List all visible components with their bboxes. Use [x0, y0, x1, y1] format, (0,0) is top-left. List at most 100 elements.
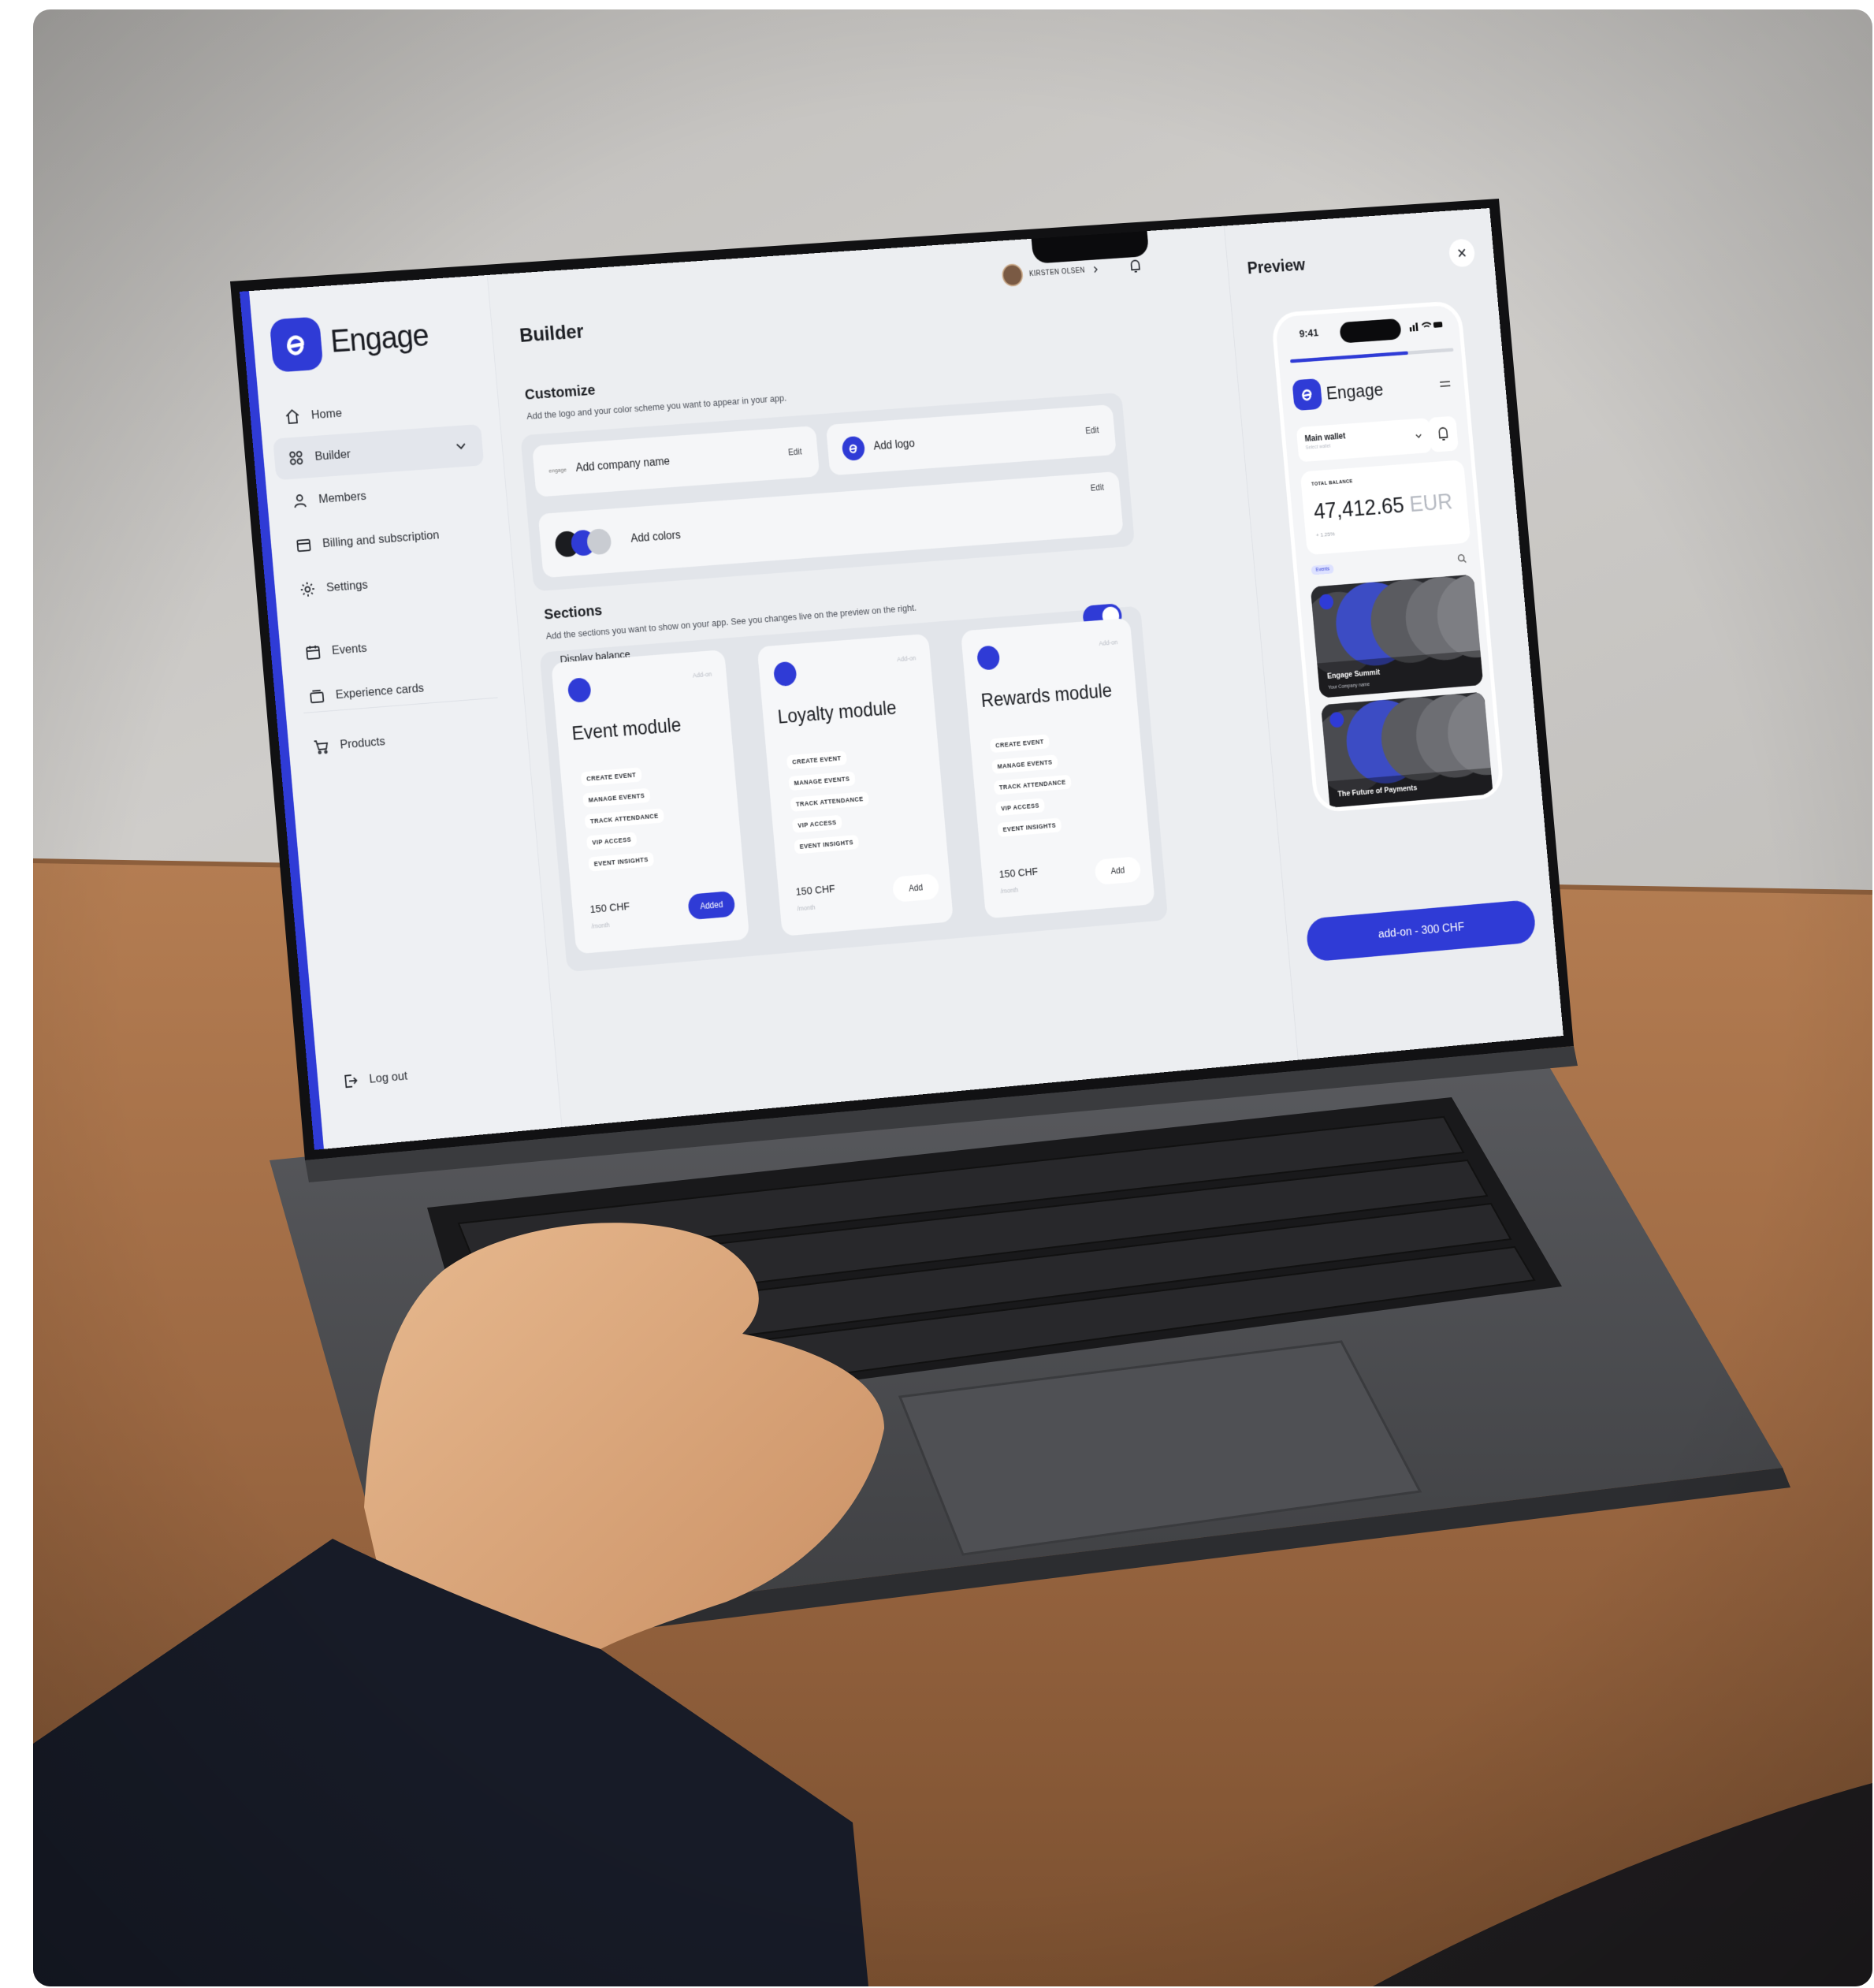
sidebar-item-label: Experience cards	[335, 680, 425, 702]
company-tag: engage	[548, 466, 567, 474]
rewards-module-card: Add-on Rewards module CREATE EVENT MANAG…	[960, 617, 1155, 919]
module-price: 150 CHF	[795, 882, 836, 899]
logout-icon	[344, 1074, 358, 1088]
feature-tag: EVENT INSIGHTS	[997, 817, 1062, 837]
billing-icon	[296, 539, 311, 553]
builder-main: Builder KIRSTEN OLSEN Customize Add the …	[488, 226, 1298, 1128]
edit-colors-button[interactable]: Edit	[1090, 482, 1104, 493]
sidebar-item-label: Home	[310, 406, 343, 422]
event-card: The Future of Payments	[1321, 691, 1494, 813]
module-add-button[interactable]: Add	[1094, 856, 1142, 885]
phone-preview: 9:41 Engage Main wallet Select wallet TO…	[1270, 300, 1505, 813]
logout-button[interactable]: Log out	[327, 1044, 538, 1104]
events-tag: Events	[1311, 564, 1335, 575]
feature-tag: CREATE EVENT	[580, 767, 642, 787]
balance-currency: EUR	[1408, 488, 1454, 517]
addon-label: Add-on	[896, 654, 917, 663]
calendar-icon	[306, 646, 321, 661]
wallet-select: Main wallet Select wallet	[1296, 417, 1433, 463]
sidebar-item-label: Events	[331, 641, 368, 657]
feature-tag: CREATE EVENT	[989, 734, 1050, 754]
feature-tag: EVENT INSIGHTS	[794, 834, 860, 854]
chevron-right-icon	[1091, 265, 1099, 274]
gear-icon	[300, 583, 315, 598]
feature-tag: MANAGE EVENTS	[788, 771, 856, 791]
brand-name: Engage	[329, 318, 430, 359]
grid-icon	[289, 451, 303, 466]
color-swatches	[554, 527, 612, 558]
company-name-placeholder: Add company name	[574, 455, 671, 475]
module-period: /month	[1000, 886, 1019, 895]
laptop-screen: Engage Home Builder Members Billing and …	[240, 208, 1564, 1150]
edit-logo-button[interactable]: Edit	[1085, 425, 1099, 436]
sidebar-item-label: Products	[339, 734, 386, 752]
balance-amount: 47,412.65 EUR	[1313, 489, 1454, 525]
phone-bell	[1427, 415, 1459, 452]
customize-heading: Customize	[524, 382, 597, 404]
sidebar-item-label: Billing and subscription	[322, 527, 440, 550]
card-icon	[310, 690, 325, 704]
close-preview-button[interactable]	[1448, 238, 1476, 268]
feature-tag: TRACK ATTENDANCE	[584, 808, 665, 829]
phone-time: 9:41	[1299, 326, 1319, 341]
chevron-down-icon	[1414, 430, 1423, 441]
add-colors-label: Add colors	[630, 529, 682, 545]
feature-tag: EVENT INSIGHTS	[588, 851, 655, 872]
addon-label: Add-on	[1099, 638, 1118, 647]
user-icon	[294, 494, 307, 508]
status-icons	[1409, 319, 1443, 332]
onboarding-progress	[1290, 348, 1454, 363]
search-icon	[1456, 553, 1467, 564]
feature-tag: TRACK ATTENDANCE	[993, 774, 1072, 795]
bell-icon	[1428, 416, 1459, 452]
wallet-name: Main wallet	[1304, 430, 1346, 444]
photo: Engage Home Builder Members Billing and …	[33, 9, 1872, 1986]
user-menu[interactable]: KIRSTEN OLSEN	[1001, 253, 1113, 291]
feature-tag: MANAGE EVENTS	[582, 787, 651, 808]
event-card: Engage Summit Your Company name	[1310, 574, 1484, 698]
avatar	[1001, 262, 1024, 288]
menu-icon	[1438, 378, 1452, 389]
close-icon	[1457, 248, 1467, 258]
phone-brand-name: Engage	[1325, 378, 1385, 404]
user-name: KIRSTEN OLSEN	[1028, 266, 1086, 278]
sidebar-item-label: Settings	[325, 577, 369, 594]
feature-list: CREATE EVENT MANAGE EVENTS TRACK ATTENDA…	[580, 765, 669, 878]
engage-logo-icon	[1292, 378, 1323, 411]
engage-logo-icon	[269, 316, 324, 373]
module-added-button[interactable]: Added	[687, 890, 736, 921]
brand-logo[interactable]: Engage	[269, 309, 431, 373]
balance-change: + 1.25%	[1315, 531, 1336, 538]
sections-heading: Sections	[543, 601, 603, 624]
bell-icon[interactable]	[1125, 255, 1146, 277]
engage-logo-icon	[841, 435, 866, 462]
page-title: Builder	[519, 319, 585, 347]
addon-purchase-button[interactable]: add-on - 300 CHF	[1305, 899, 1537, 962]
feature-tag: MANAGE EVENTS	[991, 754, 1058, 774]
chevron-down-icon[interactable]	[454, 438, 469, 453]
feature-tag: CREATE EVENT	[786, 750, 847, 770]
star-icon	[772, 661, 798, 687]
balance-label: TOTAL BALANCE	[1311, 478, 1353, 487]
add-logo-label: Add logo	[872, 437, 916, 453]
balance-value: 47,412.65	[1312, 492, 1406, 524]
addon-label: Add-on	[692, 670, 712, 679]
module-add-button[interactable]: Add	[891, 873, 940, 903]
sidebar-item-label: Builder	[314, 447, 351, 463]
module-period: /month	[797, 903, 816, 913]
module-price: 150 CHF	[998, 866, 1039, 881]
home-icon	[286, 409, 299, 425]
loyalty-module-card: Add-on Loyalty module CREATE EVENT MANAG…	[757, 633, 954, 936]
edit-company-name-button[interactable]: Edit	[788, 446, 802, 457]
sidebar-item-products[interactable]: Products	[298, 711, 509, 769]
gift-icon	[976, 645, 1001, 671]
module-title: Loyalty module	[776, 697, 898, 728]
feature-tag: VIP ACCESS	[586, 832, 638, 851]
feature-list: CREATE EVENT MANAGE EVENTS TRACK ATTENDA…	[786, 749, 874, 861]
module-title: Event module	[571, 714, 682, 745]
preview-title: Preview	[1246, 255, 1307, 278]
feature-list: CREATE EVENT MANAGE EVENTS TRACK ATTENDA…	[989, 732, 1076, 843]
balance-card: TOTAL BALANCE 47,412.65 EUR + 1.25%	[1300, 460, 1471, 556]
module-price: 150 CHF	[589, 900, 630, 916]
dynamic-island	[1339, 318, 1402, 344]
